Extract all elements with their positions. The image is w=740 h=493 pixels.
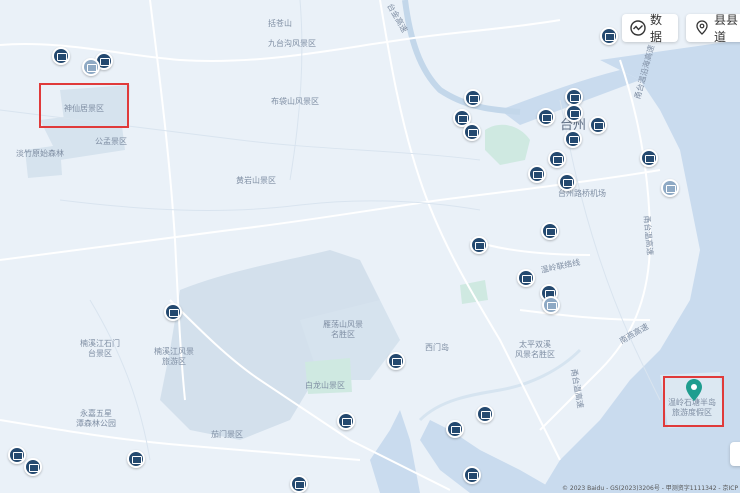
poi-marker[interactable] bbox=[24, 458, 42, 476]
poi-marker[interactable] bbox=[52, 47, 70, 65]
map-label-buddha: 布袋山风景区 bbox=[271, 97, 319, 106]
side-control-button[interactable] bbox=[730, 442, 740, 466]
poi-marker[interactable] bbox=[164, 303, 182, 321]
poi-marker[interactable] bbox=[537, 108, 555, 126]
poi-marker[interactable] bbox=[541, 222, 559, 240]
poi-marker[interactable] bbox=[640, 149, 658, 167]
poi-marker[interactable] bbox=[558, 173, 576, 191]
poi-marker[interactable] bbox=[542, 296, 560, 314]
poi-marker[interactable] bbox=[8, 446, 26, 464]
poi-marker[interactable] bbox=[446, 420, 464, 438]
highlight-box-shenxianju bbox=[39, 83, 129, 128]
map-label-baiyang: 白龙山景区 bbox=[305, 381, 345, 390]
data-button-label: 数据 bbox=[650, 13, 663, 44]
poi-marker[interactable] bbox=[548, 150, 566, 168]
map-label-taipingyang: 太平双溪 风景名胜区 bbox=[515, 340, 555, 359]
map-label-nanxi-shimen: 楠溪江石门 台景区 bbox=[80, 339, 120, 358]
poi-marker[interactable] bbox=[589, 116, 607, 134]
poi-marker[interactable] bbox=[528, 165, 546, 183]
map-canvas[interactable]: 括苍山 九台沟风景区 神仙居景区 公孟景区 淡竹原始森林 布袋山风景区 黄岩山景… bbox=[0, 0, 740, 493]
county-road-button-label: 县县道 bbox=[714, 13, 739, 44]
poi-marker[interactable] bbox=[82, 58, 100, 76]
poi-marker[interactable] bbox=[600, 27, 618, 45]
map-label-huangyan: 黄岩山景区 bbox=[236, 176, 276, 185]
poi-marker[interactable] bbox=[290, 475, 308, 493]
poi-marker[interactable] bbox=[517, 269, 535, 287]
county-road-button[interactable]: 县县道 bbox=[686, 13, 740, 44]
poi-marker[interactable] bbox=[564, 130, 582, 148]
map-label-qiaomen: 茄门景区 bbox=[211, 430, 243, 439]
map-label-yongjia: 永嘉五星 潭森林公园 bbox=[76, 409, 116, 428]
poi-marker[interactable] bbox=[463, 123, 481, 141]
location-search-icon bbox=[696, 20, 708, 35]
poi-marker[interactable] bbox=[337, 412, 355, 430]
map-label-gongyu: 公孟景区 bbox=[95, 137, 127, 146]
map-label-danzhu: 淡竹原始森林 bbox=[16, 149, 64, 158]
poi-marker[interactable] bbox=[476, 405, 494, 423]
poi-marker[interactable] bbox=[127, 450, 145, 468]
map-label-ximen: 西门岛 bbox=[425, 343, 449, 352]
map-copyright: © 2023 Baidu - GS(2023)3206号 - 甲测资字11113… bbox=[562, 485, 739, 492]
map-label-yandang: 雁荡山风景 名胜区 bbox=[323, 320, 363, 339]
poi-marker[interactable] bbox=[565, 104, 583, 122]
poi-marker[interactable] bbox=[464, 89, 482, 107]
map-label-nanxi-park: 楠溪江风景 旅游区 bbox=[154, 347, 194, 366]
data-button[interactable]: 数据 bbox=[622, 13, 678, 44]
highlight-box-wenling bbox=[663, 376, 724, 427]
map-label-kuocang: 括苍山 bbox=[268, 19, 292, 28]
poi-marker[interactable] bbox=[470, 236, 488, 254]
map-label-jiuao: 九台沟风景区 bbox=[268, 39, 316, 48]
poi-marker[interactable] bbox=[661, 179, 679, 197]
chart-line-icon bbox=[630, 20, 646, 36]
poi-marker[interactable] bbox=[463, 466, 481, 484]
poi-marker[interactable] bbox=[387, 352, 405, 370]
